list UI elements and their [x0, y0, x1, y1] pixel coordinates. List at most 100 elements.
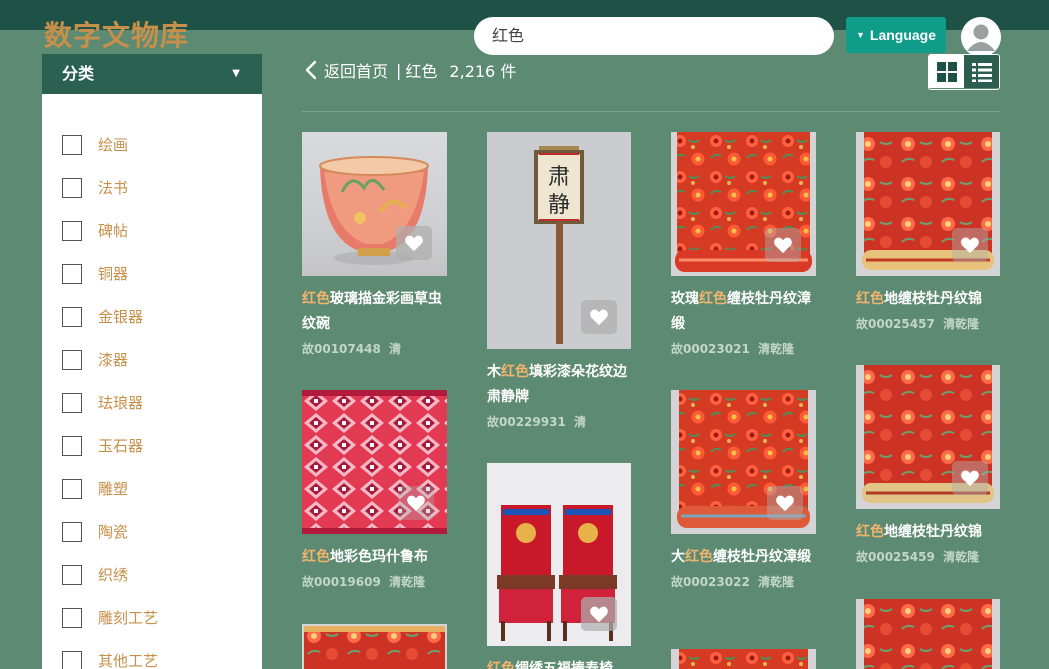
- category-item[interactable]: 陶瓷: [42, 510, 262, 553]
- item-title[interactable]: 玫瑰红色缠枝牡丹纹漳缎: [671, 287, 816, 337]
- result-card[interactable]: 肃 静 木红色填彩漆朵花纹边肃静牌 故00229931 清: [487, 132, 631, 430]
- item-meta: 故00023021 清乾隆: [671, 340, 816, 357]
- title-text: 缠枝牡丹纹漳缎: [713, 549, 811, 565]
- category-item[interactable]: 织绣: [42, 553, 262, 596]
- checkbox[interactable]: [62, 263, 82, 284]
- item-title[interactable]: 红色地缠枝牡丹纹锦: [856, 520, 1000, 545]
- artifact-image[interactable]: [856, 132, 1000, 276]
- artifact-image[interactable]: [856, 599, 1000, 669]
- user-icon: [961, 17, 1001, 57]
- search-input[interactable]: [474, 17, 834, 55]
- title-text: 地缠枝牡丹纹锦: [884, 291, 982, 307]
- artifact-image[interactable]: [302, 390, 447, 534]
- category-item[interactable]: 碑帖: [42, 209, 262, 252]
- category-label: 雕塑: [98, 480, 129, 498]
- category-item[interactable]: 绘画: [42, 123, 262, 166]
- artifact-image[interactable]: [856, 365, 1000, 509]
- item-period: 清乾隆: [389, 575, 426, 589]
- chevron-left-icon: [305, 60, 317, 80]
- favorite-button[interactable]: [952, 228, 988, 262]
- favorite-button[interactable]: [398, 486, 434, 520]
- checkbox[interactable]: [62, 564, 82, 585]
- category-item[interactable]: 漆器: [42, 338, 262, 381]
- item-title[interactable]: 红色地缠枝牡丹纹锦: [856, 287, 1000, 312]
- category-item[interactable]: 铜器: [42, 252, 262, 295]
- list-view-button[interactable]: [964, 55, 999, 88]
- grid-view-button[interactable]: [929, 55, 964, 88]
- artifact-image[interactable]: [487, 463, 631, 646]
- favorite-button[interactable]: [765, 228, 801, 262]
- checkbox[interactable]: [62, 134, 82, 155]
- artifact-image[interactable]: [671, 132, 816, 276]
- category-item[interactable]: 玉石器: [42, 424, 262, 467]
- title-highlight: 红色: [302, 549, 330, 565]
- checkbox[interactable]: [62, 435, 82, 456]
- heart-icon: [960, 236, 980, 254]
- checkbox[interactable]: [62, 177, 82, 198]
- checkbox[interactable]: [62, 521, 82, 542]
- category-item[interactable]: 珐琅器: [42, 381, 262, 424]
- category-item[interactable]: 金银器: [42, 295, 262, 338]
- result-card[interactable]: 红色地缠枝牡丹纹锦 故00025457 清乾隆: [856, 132, 1000, 332]
- category-item[interactable]: 其他工艺: [42, 639, 262, 669]
- item-id: 故00025457: [856, 317, 935, 331]
- title-highlight: 红色: [487, 661, 515, 669]
- result-card[interactable]: [302, 624, 447, 669]
- checkbox[interactable]: [62, 306, 82, 327]
- checkbox[interactable]: [62, 392, 82, 413]
- artifact-image[interactable]: [671, 390, 816, 534]
- checkbox[interactable]: [62, 349, 82, 370]
- svg-text:肃: 肃: [548, 165, 570, 190]
- item-meta: 故00023022 清乾隆: [671, 573, 816, 590]
- checkbox[interactable]: [62, 478, 82, 499]
- category-header[interactable]: 分类 ▼: [42, 54, 262, 94]
- site-logo[interactable]: 数字文物库: [44, 14, 189, 54]
- result-card[interactable]: 红色绸绣五福捧寿椅: [487, 463, 631, 669]
- result-card[interactable]: 红色地彩色玛什鲁布 故00019609 清乾隆: [302, 390, 447, 590]
- artifact-image[interactable]: [671, 649, 816, 669]
- favorite-button[interactable]: [581, 300, 617, 334]
- item-title[interactable]: 红色绸绣五福捧寿椅: [487, 657, 631, 669]
- result-card[interactable]: 红色玻璃描金彩画草虫纹碗 故00107448 清: [302, 132, 447, 357]
- category-label: 织绣: [98, 566, 129, 584]
- checkbox[interactable]: [62, 650, 82, 669]
- result-card[interactable]: 玫瑰红色缠枝牡丹纹漳缎 故00023021 清乾隆: [671, 132, 816, 357]
- item-period: 清: [389, 342, 402, 356]
- language-button[interactable]: ▼ Language: [846, 17, 946, 53]
- artifact-image[interactable]: [302, 624, 447, 669]
- favorite-button[interactable]: [396, 226, 432, 260]
- category-item[interactable]: 雕刻工艺: [42, 596, 262, 639]
- category-label: 其他工艺: [98, 652, 159, 669]
- category-item[interactable]: 雕塑: [42, 467, 262, 510]
- artifact-image[interactable]: [302, 132, 447, 276]
- favorite-button[interactable]: [952, 461, 988, 495]
- category-item[interactable]: 法书: [42, 166, 262, 209]
- item-title[interactable]: 红色地彩色玛什鲁布: [302, 545, 447, 570]
- back-label: 返回首页: [324, 62, 389, 81]
- dropdown-arrow-icon: ▼: [232, 68, 240, 79]
- category-label: 碑帖: [98, 222, 129, 240]
- title-highlight: 红色: [685, 549, 713, 565]
- language-label: Language: [869, 27, 937, 43]
- result-card[interactable]: 大红色缠枝牡丹纹漳缎 故00023022 清乾隆: [671, 390, 816, 590]
- item-title[interactable]: 大红色缠枝牡丹纹漳缎: [671, 545, 816, 570]
- user-avatar[interactable]: [961, 17, 1001, 57]
- title-text: 绸绣五福捧寿椅: [515, 661, 613, 669]
- title-highlight: 红色: [856, 524, 884, 540]
- checkbox[interactable]: [62, 607, 82, 628]
- result-card[interactable]: [856, 599, 1000, 669]
- heart-icon: [960, 469, 980, 487]
- artifact-image[interactable]: 肃 静: [487, 132, 631, 349]
- favorite-button[interactable]: [767, 486, 803, 520]
- favorite-button[interactable]: [581, 597, 617, 631]
- title-text: 地缠枝牡丹纹锦: [884, 524, 982, 540]
- title-highlight: 红色: [501, 364, 529, 380]
- category-sidebar: 分类 ▼ 绘画 法书 碑帖 铜器 金银器 漆器 珐琅器 玉石器 雕塑 陶瓷 织绣…: [42, 54, 262, 669]
- item-meta: 故00019609 清乾隆: [302, 573, 447, 590]
- back-link[interactable]: 返回首页: [304, 58, 388, 82]
- result-card[interactable]: 红色地缠枝牡丹纹锦 故00025459 清乾隆: [856, 365, 1000, 565]
- item-title[interactable]: 木红色填彩漆朵花纹边肃静牌: [487, 360, 631, 410]
- checkbox[interactable]: [62, 220, 82, 241]
- item-title[interactable]: 红色玻璃描金彩画草虫纹碗: [302, 287, 447, 337]
- result-card[interactable]: [671, 649, 816, 669]
